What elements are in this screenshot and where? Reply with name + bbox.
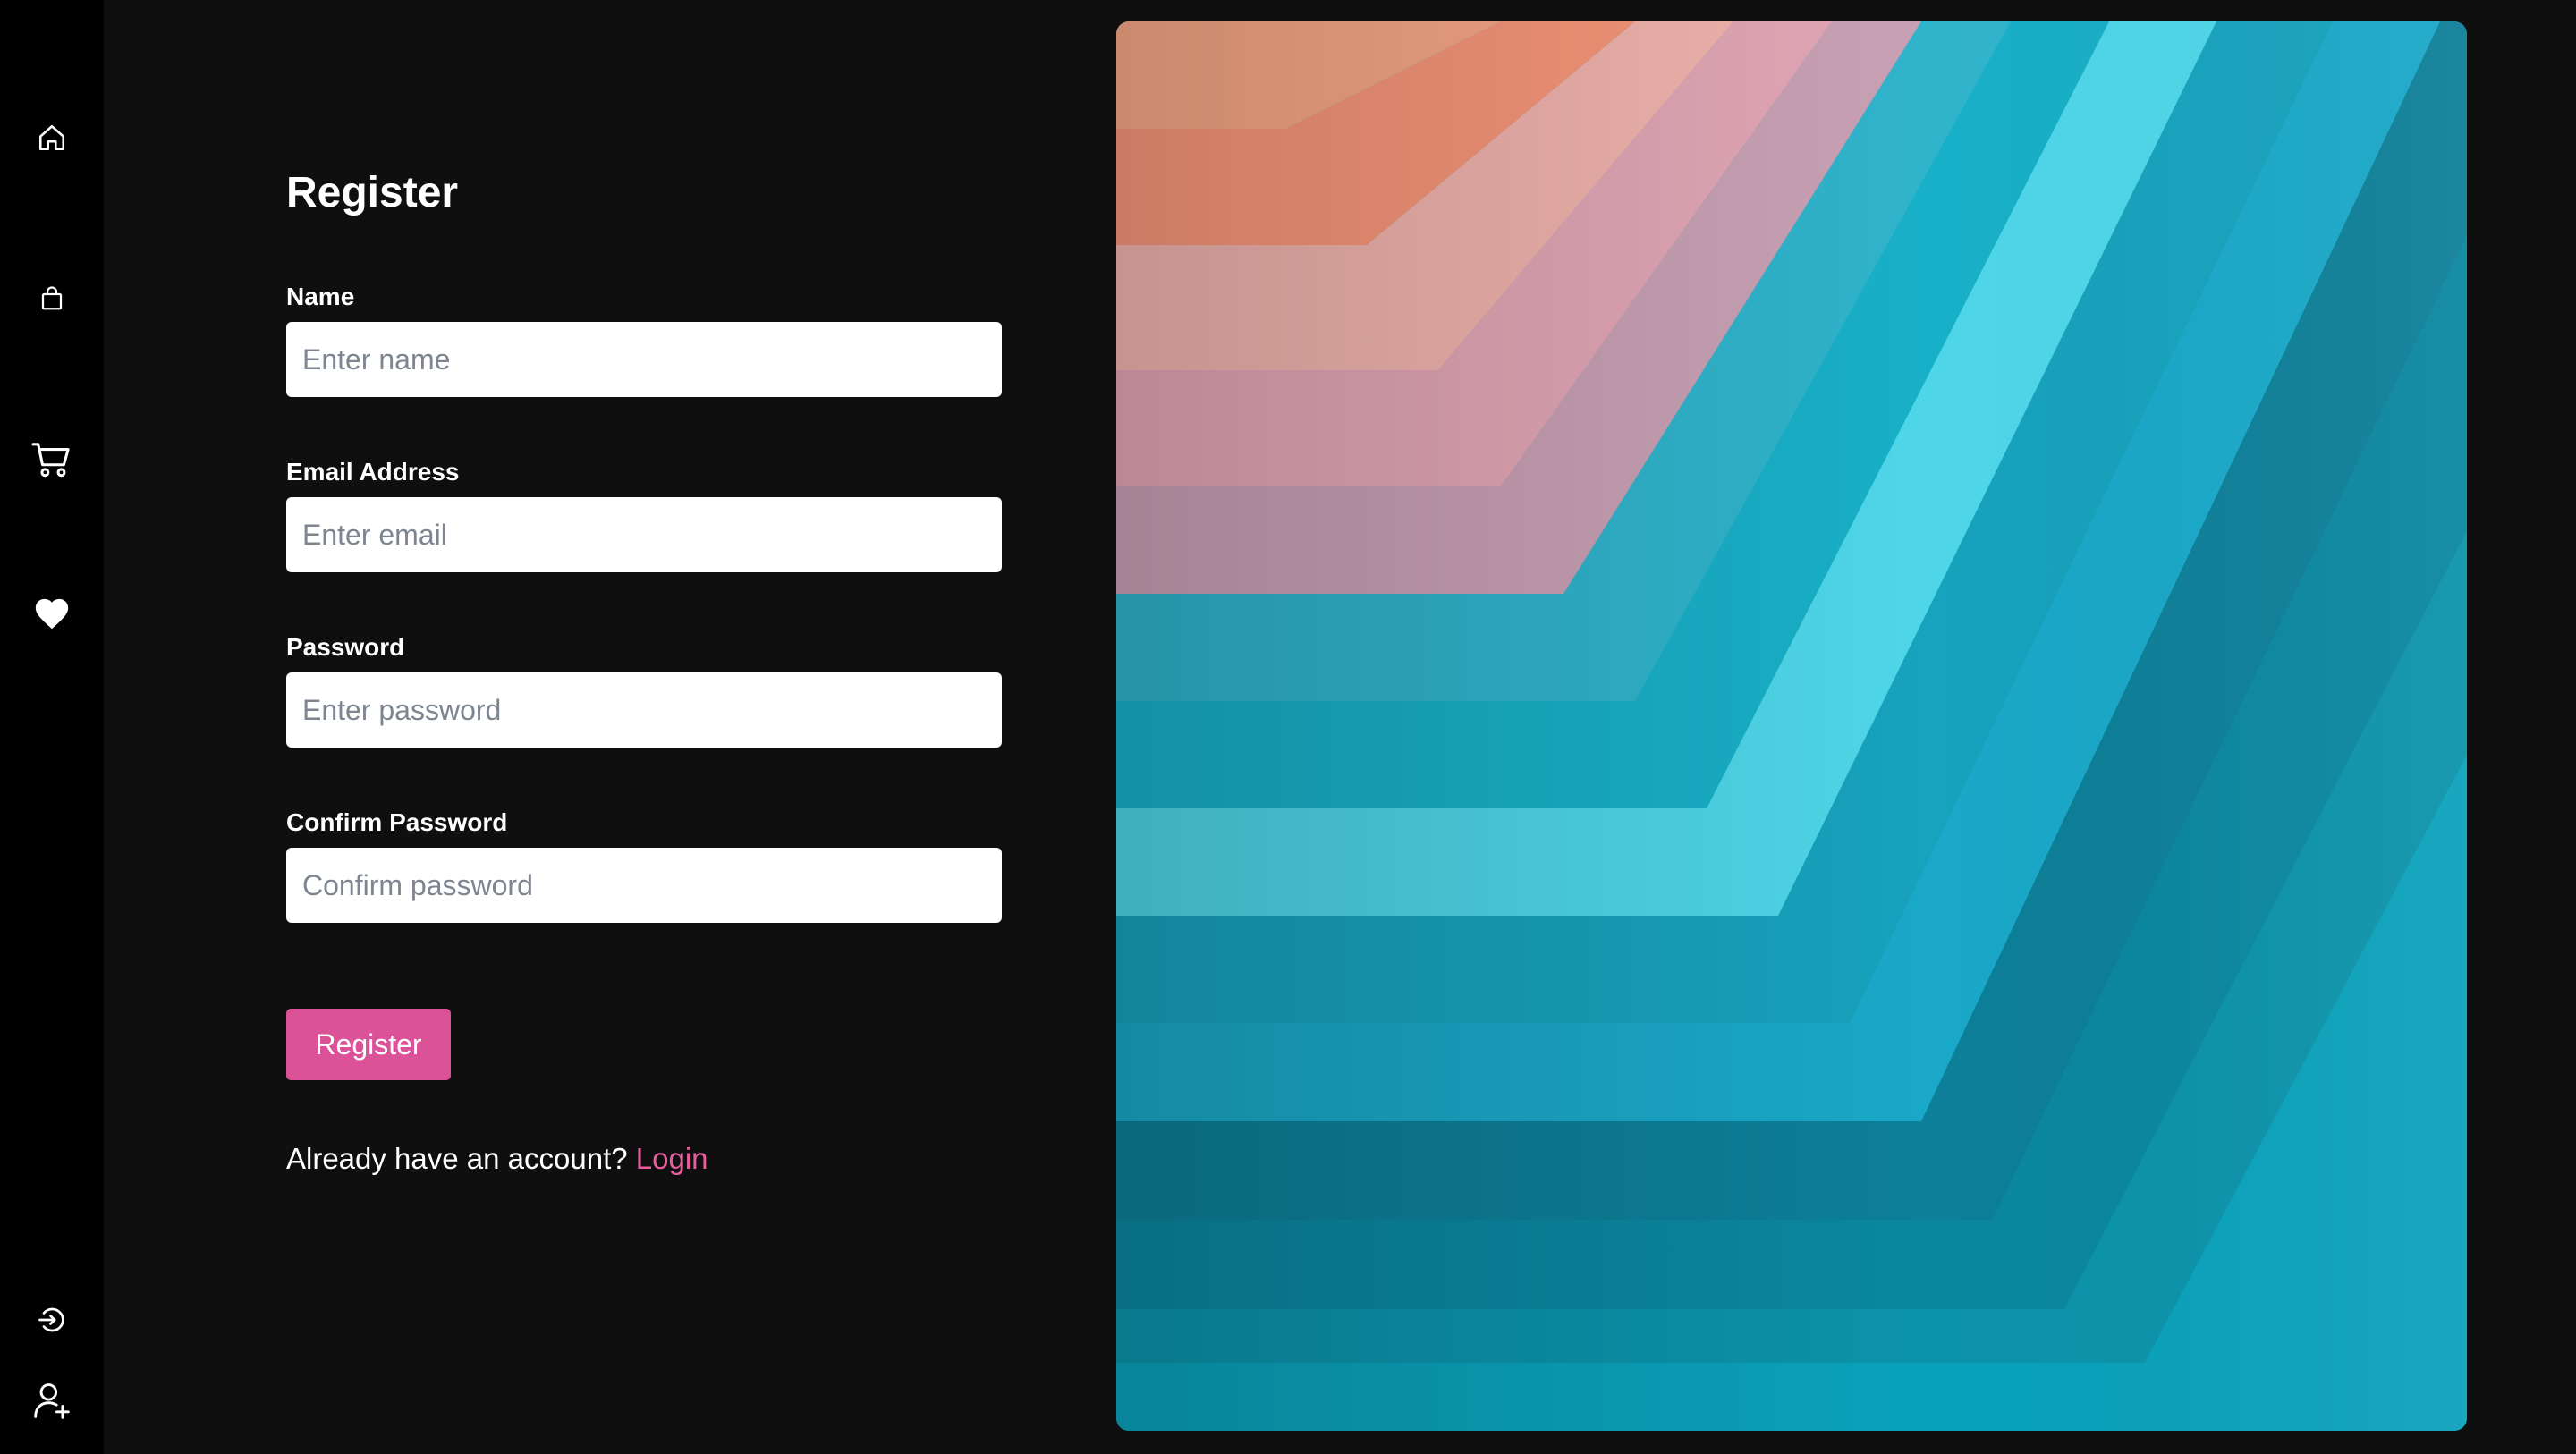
sidebar: [0, 0, 104, 1454]
login-icon: [36, 1304, 68, 1336]
add-user-icon: [32, 1381, 72, 1420]
favorites-button[interactable]: [0, 578, 104, 649]
shopping-bag-icon: [38, 284, 65, 313]
register-nav-button[interactable]: [0, 1365, 104, 1436]
password-input[interactable]: [286, 672, 1002, 748]
login-button[interactable]: [0, 1284, 104, 1356]
register-form: Register Name Email Address Password Con…: [286, 0, 1002, 1454]
login-link[interactable]: Login: [636, 1142, 708, 1175]
name-input[interactable]: [286, 322, 1002, 397]
shopping-cart-icon: [31, 441, 72, 478]
login-prompt-text: Already have an account?: [286, 1142, 628, 1175]
home-icon: [37, 123, 67, 153]
email-label: Email Address: [286, 458, 460, 486]
confirm-password-input[interactable]: [286, 848, 1002, 923]
hero-image: [1116, 21, 2467, 1431]
login-prompt: Already have an account? Login: [286, 1141, 708, 1177]
shop-button[interactable]: [0, 263, 104, 334]
email-input[interactable]: [286, 497, 1002, 572]
page-title: Register: [286, 169, 459, 216]
name-label: Name: [286, 283, 355, 310]
cart-button[interactable]: [0, 424, 104, 495]
home-button[interactable]: [0, 102, 104, 173]
password-label: Password: [286, 633, 405, 661]
heart-icon: [33, 596, 71, 630]
confirm-password-label: Confirm Password: [286, 808, 508, 836]
register-button[interactable]: Register: [286, 1009, 451, 1080]
